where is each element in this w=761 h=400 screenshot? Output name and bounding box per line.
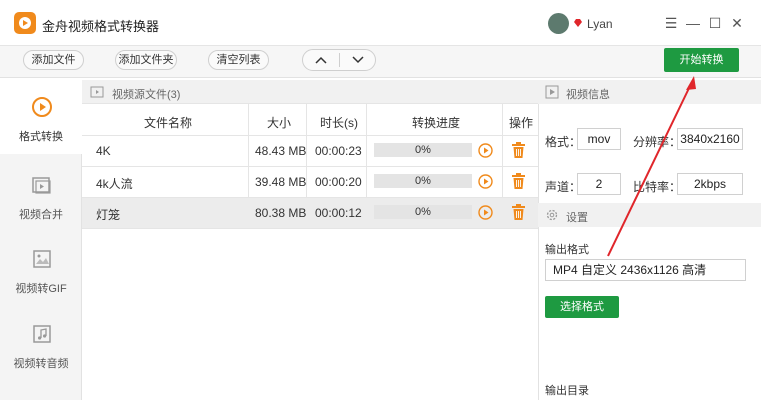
add-folder-button[interactable]: 添加文件夹 (115, 50, 177, 70)
column-header-progress: 转换进度 (412, 116, 461, 130)
avatar[interactable] (548, 13, 569, 34)
minimize-icon[interactable]: — (683, 13, 703, 33)
video-info-icon (545, 85, 559, 99)
output-dir-label: 输出目录 (545, 385, 589, 397)
channel-label: 声道： (545, 180, 582, 194)
video-info-title: 视频信息 (566, 89, 610, 101)
app-title: 金舟视频格式转换器 (42, 19, 160, 34)
play-icon[interactable] (478, 205, 493, 220)
file-name: 4k人流 (96, 177, 133, 191)
format-value: mov (577, 128, 621, 150)
file-size: 48.43 MB (255, 144, 307, 158)
sidebar-item-label: 视频合并 (19, 209, 63, 221)
trash-icon[interactable] (511, 142, 526, 159)
move-down-button[interactable] (340, 50, 376, 70)
add-file-button[interactable]: 添加文件 (23, 50, 84, 70)
sidebar-item-video-to-gif[interactable]: 视频转GIF (0, 230, 82, 306)
file-name: 4K (96, 144, 111, 158)
column-header-actions: 操作 (509, 116, 534, 130)
progress-bar: 0% (374, 174, 472, 188)
progress-bar: 0% (374, 205, 472, 219)
sidebar-item-video-to-audio[interactable]: 视频转音频 (0, 305, 82, 381)
clear-list-button[interactable]: 清空列表 (208, 50, 269, 70)
maximize-icon[interactable]: ☐ (705, 13, 725, 33)
channel-value: 2 (577, 173, 621, 195)
file-size: 80.38 MB (255, 206, 307, 220)
video-file-icon (90, 85, 104, 99)
sidebar-item-label: 视频转GIF (15, 283, 67, 295)
toolbar (0, 46, 761, 78)
file-duration: 00:00:23 (315, 144, 362, 158)
select-format-button[interactable]: 选择格式 (545, 296, 619, 318)
file-duration: 00:00:20 (315, 175, 362, 189)
sidebar-item-format-convert[interactable]: 格式转换 (0, 78, 82, 154)
music-note-icon (31, 323, 51, 343)
play-circle-icon (31, 96, 52, 117)
resolution-value: 3840x2160 (677, 128, 743, 150)
trash-icon[interactable] (511, 204, 526, 221)
column-header-name: 文件名称 (144, 116, 193, 130)
trash-icon[interactable] (511, 173, 526, 190)
bitrate-value: 2kbps (677, 173, 743, 195)
move-order-group (302, 49, 376, 71)
vip-diamond-icon (573, 17, 583, 27)
output-format-field[interactable]: MP4 自定义 2436x1126 高清 (545, 259, 746, 281)
close-icon[interactable]: ✕ (727, 13, 747, 33)
play-icon[interactable] (478, 143, 493, 158)
files-panel-title: 视频源文件(3) (112, 89, 181, 101)
gear-icon (545, 208, 559, 222)
app-logo-icon (14, 12, 36, 34)
play-icon[interactable] (478, 174, 493, 189)
merge-video-icon (31, 174, 51, 194)
sidebar-item-video-merge[interactable]: 视频合并 (0, 156, 82, 232)
settings-title: 设置 (566, 212, 588, 224)
file-duration: 00:00:12 (315, 206, 362, 220)
output-format-label: 输出格式 (545, 244, 589, 256)
column-header-duration: 时长(s) (320, 116, 358, 130)
bitrate-label: 比特率： (633, 180, 682, 194)
sidebar-item-label: 格式转换 (19, 131, 63, 143)
progress-bar: 0% (374, 143, 472, 157)
gif-image-icon (31, 248, 51, 268)
file-name: 灯笼 (96, 208, 121, 222)
file-size: 39.48 MB (255, 175, 307, 189)
move-up-button[interactable] (303, 50, 339, 70)
user-name[interactable]: Lyan (587, 17, 613, 31)
resolution-label: 分辨率： (633, 135, 682, 149)
column-header-size: 大小 (267, 116, 292, 130)
start-convert-button[interactable]: 开始转换 (664, 48, 739, 72)
menu-icon[interactable]: ☰ (661, 13, 681, 33)
sidebar-item-label: 视频转音频 (13, 358, 69, 370)
format-label: 格式： (545, 135, 582, 149)
